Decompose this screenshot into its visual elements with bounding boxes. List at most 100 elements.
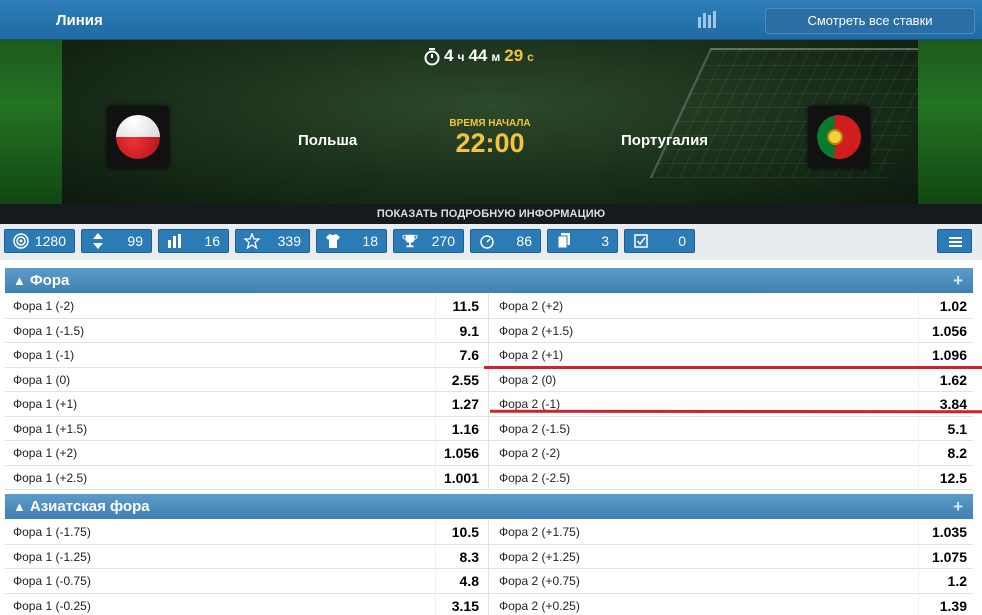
away-odds-button[interactable]: 1.2 [915,569,971,593]
home-odds-button[interactable]: 1.16 [433,417,483,441]
stopwatch-icon [479,233,495,249]
home-odds-button[interactable]: 10.5 [433,520,483,544]
home-outcome-label: Фора 1 (-1.75) [13,525,91,539]
statistics-icon[interactable] [697,11,717,28]
stat-trophy-markets[interactable]: 270 [393,229,464,253]
column-divider [488,392,489,416]
timer-hours-unit: ч [457,50,465,64]
home-odds-button[interactable]: 8.3 [433,545,483,569]
odds-row: Фора 1 (-1) 7.6 Фора 2 (+1) 1.096 [5,343,973,368]
timer-seconds: 29 [504,46,524,65]
bars-chart-icon [167,233,183,249]
timer-minutes: 44 [468,46,488,65]
away-odds-button[interactable]: 5.1 [915,417,971,441]
cards-icon [556,233,572,249]
odds-row: Фора 1 (+2) 1.056 Фора 2 (-2) 8.2 [5,441,973,466]
expand-plus-icon[interactable]: + [953,268,963,293]
stat-value: 339 [277,233,301,249]
away-outcome-label: Фора 2 (-2) [499,446,561,460]
home-team-name: Польша [298,132,358,149]
home-odds-button[interactable]: 1.27 [433,392,483,416]
away-odds-button[interactable]: 12.5 [915,466,971,490]
odds-row: Фора 1 (+2.5) 1.001 Фора 2 (-2.5) 12.5 [5,465,973,490]
home-odds-button[interactable]: 9.1 [433,319,483,343]
home-outcome-label: Фора 1 (-2) [13,299,75,313]
home-outcome-label: Фора 1 (-1) [13,348,75,362]
away-odds-button[interactable]: 1.056 [915,319,971,343]
column-divider [488,441,489,465]
stat-bars-markets[interactable]: 16 [158,229,229,253]
show-details-link[interactable]: ПОКАЗАТЬ ПОДРОБНУЮ ИНФОРМАЦИЮ [0,204,982,224]
home-odds-button[interactable]: 1.056 [433,441,483,465]
stat-value: 86 [516,233,532,249]
column-divider [488,416,489,441]
stat-value: 3 [601,233,609,249]
stat-shirt-markets[interactable]: 18 [316,229,387,253]
stat-value: 18 [362,233,378,249]
section-title: Азиатская фора [29,498,150,515]
section-header-handicap[interactable]: ▲ Фора + [5,268,973,293]
home-outcome-label: Фора 1 (+2) [13,446,78,460]
home-odds-button[interactable]: 2.55 [433,368,483,392]
menu-button[interactable] [937,229,972,253]
chevron-up-icon: ▲ [13,273,26,288]
away-odds-button[interactable]: 1.075 [915,545,971,569]
home-odds-button[interactable]: 4.8 [433,569,483,593]
poland-flag-icon [107,106,169,168]
away-odds-button[interactable]: 1.096 [915,343,971,367]
target-icon [13,233,29,249]
column-divider [488,520,489,544]
away-outcome-label: Фора 2 (+1) [499,348,564,362]
pitch-left-background [0,40,62,204]
home-outcome-label: Фора 1 (0) [13,372,71,387]
stats-toolbar: 1280 99 16 339 18 270 86 3 0 [0,224,982,260]
stat-check-markets[interactable]: 0 [624,229,695,253]
odds-row: Фора 1 (-0.75) 4.8 Фора 2 (+0.75) 1.2 [5,569,973,594]
away-odds-button[interactable]: 1.62 [915,368,971,392]
stat-value: 99 [127,233,143,249]
page-title: Линия [56,12,103,29]
expand-plus-icon[interactable]: + [953,494,963,519]
home-odds-button[interactable]: 11.5 [433,294,483,318]
stat-total-markets[interactable]: 1280 [4,229,75,253]
match-banner: 4 ч 44 м 29 с Польша ВРЕМЯ НАЧАЛА 22:00 … [0,40,982,204]
column-divider [488,465,489,490]
red-highlight-line [484,366,982,369]
section-header-asian-handicap[interactable]: ▲ Азиатская фора + [5,494,973,519]
away-outcome-label: Фора 2 (0) [499,372,557,387]
view-all-bets-button[interactable]: Смотреть все ставки [765,8,975,34]
odds-row: Фора 1 (-0.25) 3.15 Фора 2 (+0.25) 1.39 [5,593,973,615]
stat-time-markets[interactable]: 86 [470,229,541,253]
odds-row: Фора 1 (-1.75) 10.5 Фора 2 (+1.75) 1.035 [5,520,973,545]
home-outcome-label: Фора 1 (+1) [13,397,78,411]
checkbox-icon [633,233,649,249]
column-divider [488,544,489,569]
away-outcome-label: Фора 2 (+1.75) [499,525,580,539]
pitch-right-background [918,40,982,204]
odds-row: Фора 1 (-2) 11.5 Фора 2 (+2) 1.02 [5,294,973,319]
away-odds-button[interactable]: 1.035 [915,520,971,544]
section-title: Фора [29,272,70,289]
timer-seconds-unit: с [527,50,534,64]
column-divider [488,569,489,593]
stat-card-markets[interactable]: 3 [547,229,618,253]
home-outcome-label: Фора 1 (+2.5) [13,470,88,485]
star-icon [244,233,260,249]
timer-hours: 4 [444,46,454,65]
away-outcome-label: Фора 2 (-1.5) [499,421,571,436]
odds-row: Фора 1 (-1.25) 8.3 Фора 2 (+1.25) 1.075 [5,544,973,569]
away-odds-button[interactable]: 1.02 [915,294,971,318]
away-odds-button[interactable]: 1.39 [915,594,971,615]
top-bar: Линия Смотреть все ставки [0,0,982,40]
odds-row: Фора 1 (0) 2.55 Фора 2 (0) 1.62 [5,367,973,392]
home-odds-button[interactable]: 3.15 [433,594,483,615]
home-odds-button[interactable]: 1.001 [433,466,483,490]
home-outcome-label: Фора 1 (-1.25) [13,549,91,564]
stat-value: 1280 [34,233,66,249]
home-odds-button[interactable]: 7.6 [433,343,483,367]
column-divider [488,593,489,615]
away-outcome-label: Фора 2 (+1.5) [499,323,574,338]
away-odds-button[interactable]: 8.2 [915,441,971,465]
stat-star-markets[interactable]: 339 [235,229,310,253]
stat-handicap-markets[interactable]: 99 [81,229,152,253]
